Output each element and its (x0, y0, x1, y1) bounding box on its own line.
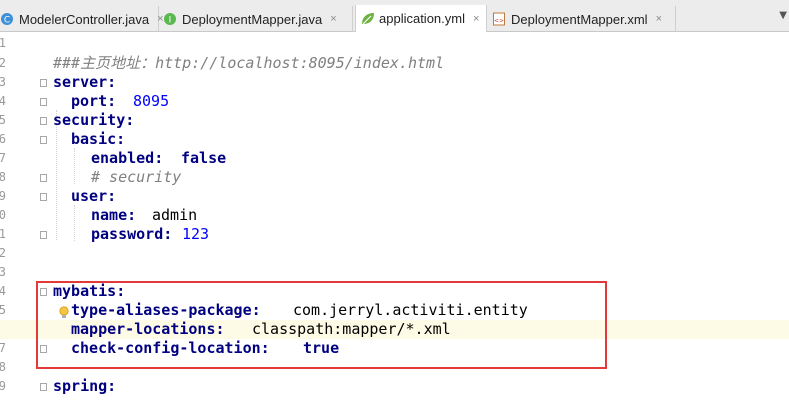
yaml-key-user: user: (71, 187, 117, 205)
fold-marker-icon[interactable] (40, 383, 47, 391)
comment-homepage-url: ###主页地址：http://localhost:8095/index.html (53, 54, 445, 72)
tab-application-yml[interactable]: application.yml × (355, 5, 487, 32)
close-icon[interactable]: × (656, 13, 662, 25)
line-number: 3 (0, 265, 6, 279)
tab-label: DeploymentMapper.java (182, 11, 323, 27)
editor-tab-bar: C ModelerController.java × I DeploymentM… (0, 0, 789, 32)
yaml-key-security: security: (53, 111, 135, 129)
tab-list-dropdown-icon[interactable]: ▼ (779, 10, 787, 21)
spring-leaf-icon (360, 12, 374, 26)
close-icon[interactable]: × (473, 13, 479, 25)
fold-marker-icon[interactable] (40, 79, 47, 87)
java-interface-icon: I (163, 12, 177, 26)
line-number: 8 (0, 360, 6, 374)
yaml-key-server: server: (53, 73, 117, 91)
yaml-value-enabled: false (181, 149, 227, 167)
yaml-value-password: 123 (182, 225, 210, 243)
tab-modeler-controller[interactable]: C ModelerController.java × (0, 6, 164, 32)
tab-label: ModelerController.java (19, 11, 150, 27)
code-line[interactable]: server: (0, 73, 789, 92)
code-line[interactable]: name: admin (0, 206, 789, 225)
xml-file-icon: <> (492, 12, 506, 26)
highlight-annotation-box (36, 281, 607, 369)
yaml-key-enabled: enabled: (91, 149, 164, 167)
fold-end-icon[interactable] (40, 174, 47, 182)
code-line[interactable]: user: (0, 187, 789, 206)
line-number: 1 (0, 36, 6, 50)
code-line[interactable]: security: (0, 111, 789, 130)
code-line[interactable]: # security (0, 168, 789, 187)
yaml-key-basic: basic: (71, 130, 126, 148)
svg-text:C: C (4, 16, 10, 26)
code-line[interactable]: port: 8095 (0, 92, 789, 111)
yaml-value-name: admin (152, 206, 198, 224)
tab-label: application.yml (379, 11, 465, 26)
code-line[interactable]: spring: (0, 377, 789, 396)
svg-text:I: I (169, 16, 172, 26)
fold-end-icon[interactable] (40, 98, 47, 106)
fold-end-icon[interactable] (40, 231, 47, 239)
svg-text:<>: <> (494, 18, 504, 25)
comment-security: # security (91, 168, 182, 186)
code-line[interactable]: ###主页地址：http://localhost:8095/index.html (0, 54, 789, 73)
java-class-icon: C (0, 12, 14, 26)
yaml-key-password: password: (91, 225, 173, 243)
fold-marker-icon[interactable] (40, 136, 47, 144)
tab-deployment-mapper-xml[interactable]: <> DeploymentMapper.xml × (488, 6, 676, 32)
code-line[interactable]: basic: (0, 130, 789, 149)
yaml-key-name: name: (91, 206, 137, 224)
fold-marker-icon[interactable] (40, 193, 47, 201)
code-line[interactable]: password: 123 (0, 225, 789, 244)
close-icon[interactable]: × (330, 13, 336, 25)
code-line[interactable]: enabled: false (0, 149, 789, 168)
yaml-key-port: port: (71, 92, 117, 110)
yaml-key-spring: spring: (53, 377, 117, 395)
yaml-value-port: 8095 (133, 92, 170, 110)
tab-label: DeploymentMapper.xml (511, 11, 648, 27)
tab-deployment-mapper-java[interactable]: I DeploymentMapper.java × (159, 6, 353, 32)
fold-marker-icon[interactable] (40, 117, 47, 125)
line-number: 2 (0, 246, 6, 260)
